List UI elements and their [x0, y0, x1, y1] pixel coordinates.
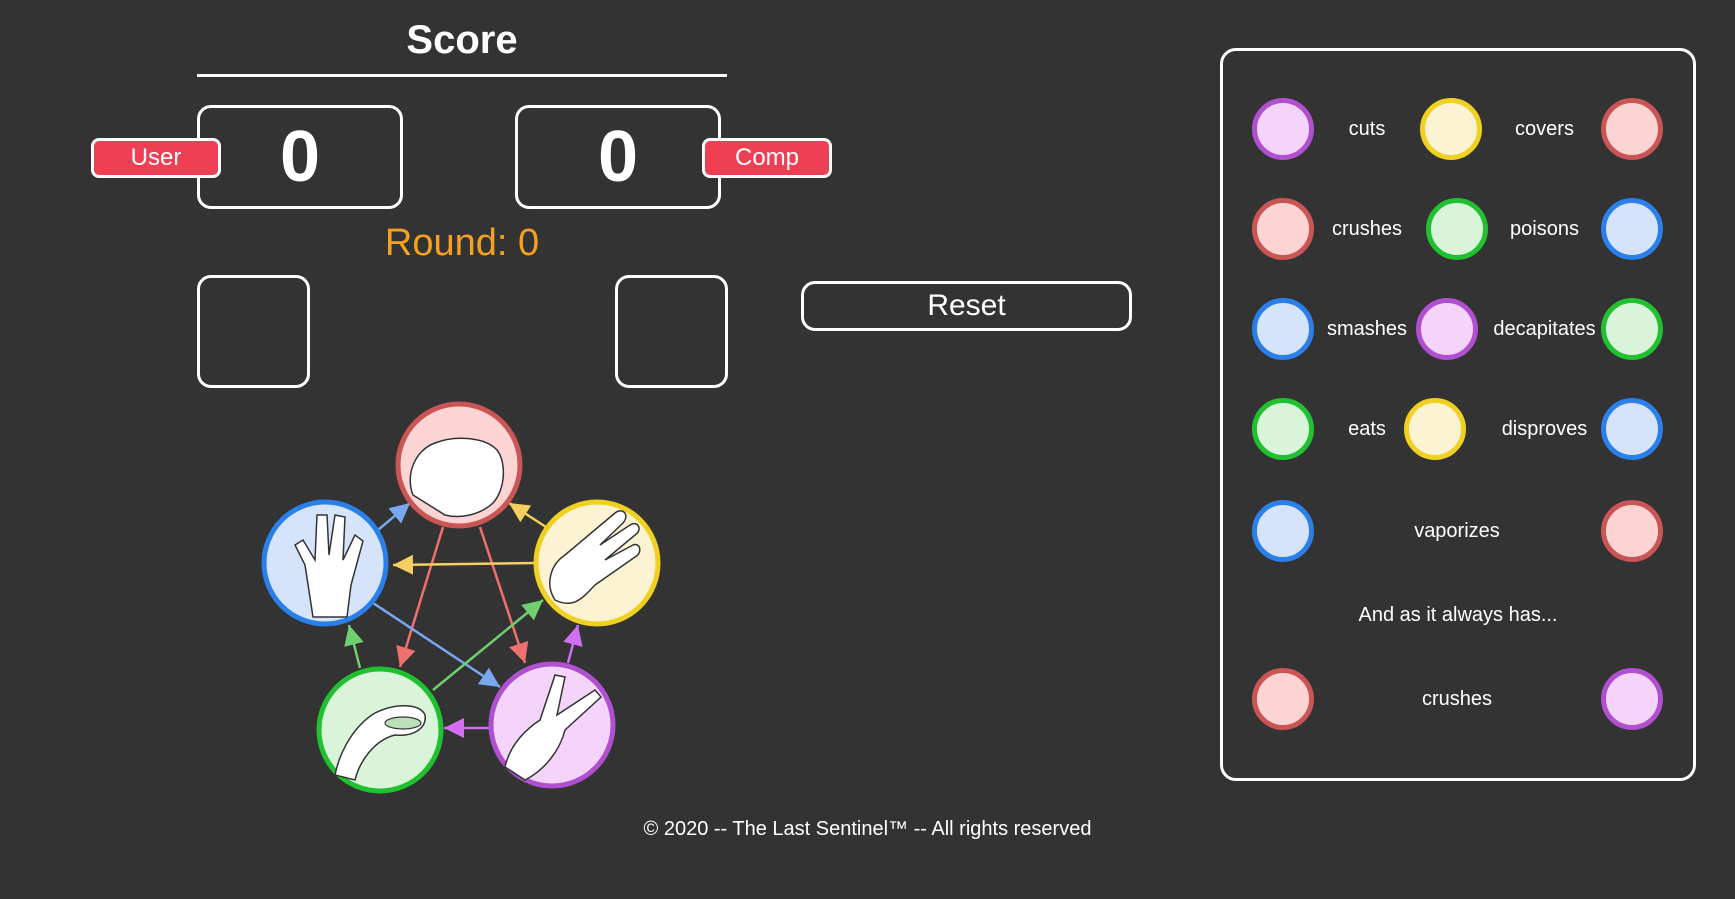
user-score-value: 0 — [279, 117, 321, 197]
rule-verb: covers — [1515, 118, 1574, 140]
comp-choice-slot — [615, 275, 728, 388]
rock-icon — [1601, 500, 1663, 562]
score-title: Score — [406, 18, 518, 62]
spock-icon — [1252, 298, 1314, 360]
lizard-node — [316, 666, 444, 794]
spock-icon — [1601, 398, 1663, 460]
rule-verb: crushes — [1421, 688, 1493, 710]
footer-copyright: © 2020 -- The Last Sentinel™ -- All righ… — [643, 818, 1092, 840]
comp-label: Comp — [702, 138, 832, 178]
rock-icon — [1252, 668, 1314, 730]
arrow-scissors-paper — [563, 624, 583, 664]
rule-verb: disproves — [1501, 418, 1588, 440]
scissors-icon — [1601, 668, 1663, 730]
paper-node — [533, 499, 661, 627]
rule-verb: crushes — [1331, 218, 1403, 240]
arrow-paper-rock — [508, 501, 547, 529]
scissors-icon — [1416, 298, 1478, 360]
user-choice-slot — [197, 275, 310, 388]
spock-node — [261, 499, 389, 627]
choice-diagram — [261, 401, 661, 794]
comp-score-box: 0 — [515, 105, 721, 209]
arrow-lizard-spock — [344, 624, 364, 669]
rule-verb: poisons — [1510, 218, 1579, 240]
comp-score-value: 0 — [597, 117, 639, 197]
arrow-paper-spock — [392, 554, 538, 575]
lizard-icon — [1252, 398, 1314, 460]
rule-verb: smashes — [1326, 318, 1408, 340]
paper-icon — [1404, 398, 1466, 460]
rock-icon — [1601, 98, 1663, 160]
round-counter: Round: 0 — [384, 222, 540, 264]
rule-verb: cuts — [1348, 118, 1386, 140]
reset-button[interactable]: Reset — [801, 281, 1132, 331]
rock-node — [395, 401, 523, 529]
arrow-rock-scissors — [478, 526, 529, 664]
user-score-box: 0 — [197, 105, 403, 209]
lizard-icon — [1601, 298, 1663, 360]
score-divider — [197, 74, 727, 77]
always-text: And as it always has... — [1358, 604, 1558, 626]
rock-icon — [1252, 198, 1314, 260]
rule-verb: decapitates — [1493, 318, 1596, 340]
scissors-icon — [1252, 98, 1314, 160]
arrow-spock-rock — [377, 502, 411, 531]
spock-icon — [1252, 500, 1314, 562]
rule-verb: vaporizes — [1414, 520, 1500, 542]
paper-icon — [1420, 98, 1482, 160]
scissors-node — [488, 661, 616, 789]
user-label: User — [91, 138, 221, 178]
lizard-icon — [1426, 198, 1488, 260]
spock-icon — [1601, 198, 1663, 260]
